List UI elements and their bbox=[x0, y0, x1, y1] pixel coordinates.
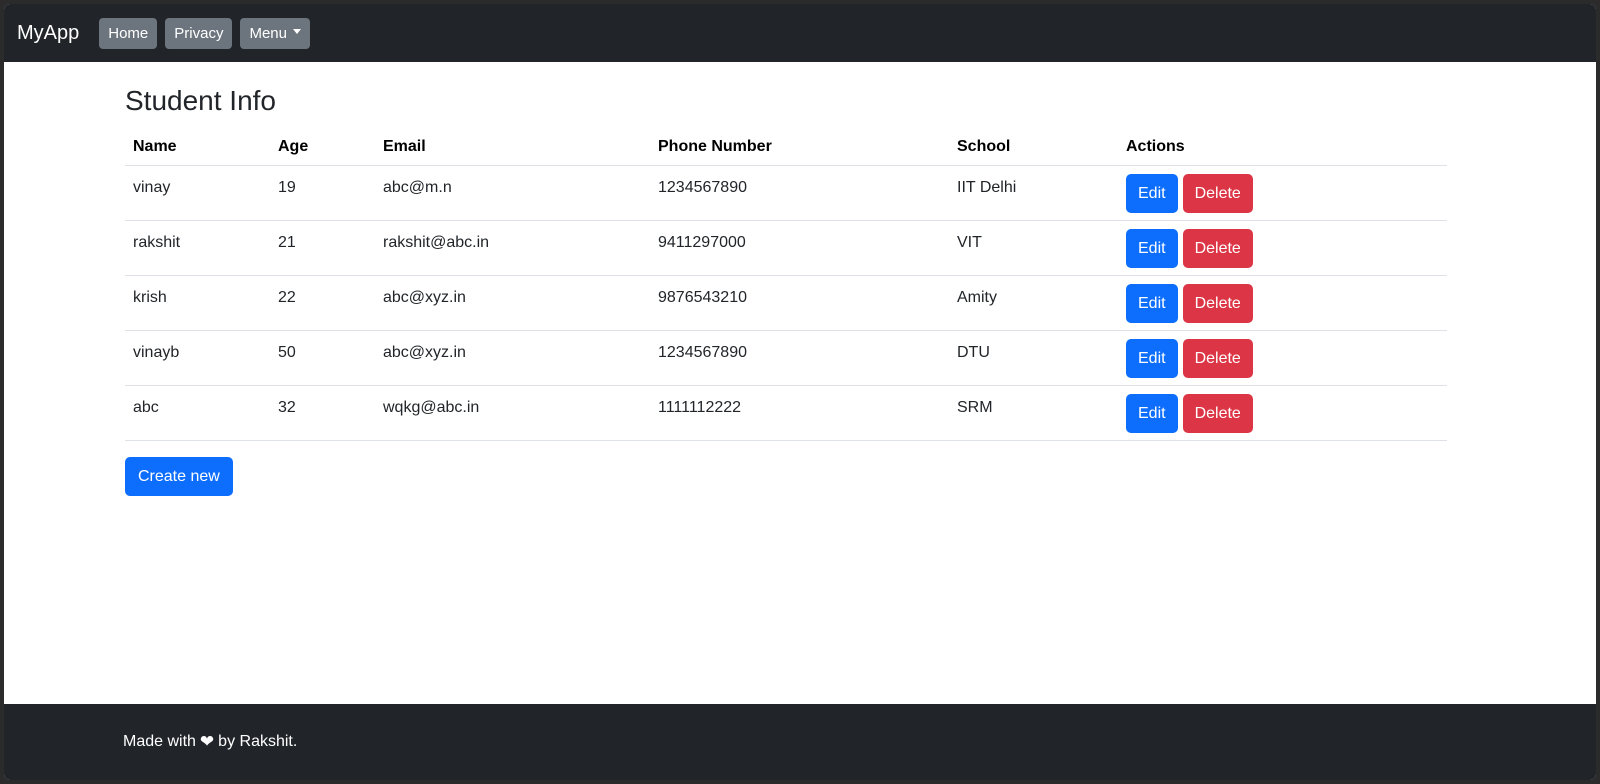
edit-button[interactable]: Edit bbox=[1126, 174, 1178, 213]
cell-email: abc@m.n bbox=[375, 165, 650, 221]
cell-email: abc@xyz.in bbox=[375, 275, 650, 331]
cell-email: rakshit@abc.in bbox=[375, 220, 650, 276]
cell-school: DTU bbox=[949, 330, 1118, 386]
cell-name: abc bbox=[125, 385, 270, 441]
nav-home-button[interactable]: Home bbox=[99, 17, 158, 49]
cell-age-text: 19 bbox=[278, 179, 296, 196]
column-header-name: Name bbox=[125, 128, 270, 166]
cell-name-text: krish bbox=[133, 289, 167, 306]
delete-button[interactable]: Delete bbox=[1182, 394, 1253, 433]
nav-privacy-button[interactable]: Privacy bbox=[165, 17, 233, 49]
column-header-actions: Actions bbox=[1118, 128, 1447, 166]
table-row: rakshit 21 rakshit@abc.in 9411297000 VIT… bbox=[125, 220, 1447, 276]
cell-age: 19 bbox=[270, 165, 375, 221]
cell-age-text: 22 bbox=[278, 289, 296, 306]
main-content: Student Info Name Age Email Phone Number… bbox=[125, 62, 1447, 496]
cell-school: SRM bbox=[949, 385, 1118, 441]
delete-button[interactable]: Delete bbox=[1182, 339, 1253, 378]
footer-prefix-text: Made with bbox=[123, 733, 196, 750]
edit-button[interactable]: Edit bbox=[1126, 339, 1178, 378]
column-header-email: Email bbox=[375, 128, 650, 166]
cell-age: 21 bbox=[270, 220, 375, 276]
cell-email: wqkg@abc.in bbox=[375, 385, 650, 441]
edit-button[interactable]: Edit bbox=[1126, 394, 1178, 433]
table-row: vinayb 50 abc@xyz.in 1234567890 DTU Edit… bbox=[125, 330, 1447, 386]
cell-name: krish bbox=[125, 275, 270, 331]
page-title: Student Info bbox=[125, 85, 277, 116]
cell-actions: Edit Delete bbox=[1118, 385, 1447, 441]
cell-name-text: abc bbox=[133, 399, 159, 416]
cell-age: 32 bbox=[270, 385, 375, 441]
cell-name: vinay bbox=[125, 165, 270, 221]
cell-actions: Edit Delete bbox=[1118, 165, 1447, 221]
cell-name-text: vinay bbox=[133, 179, 171, 196]
cell-phone: 1234567890 bbox=[650, 165, 949, 221]
cell-phone-text: 9411297000 bbox=[658, 234, 746, 251]
cell-name-text: rakshit bbox=[133, 234, 181, 251]
cell-actions: Edit Delete bbox=[1118, 275, 1447, 331]
cell-phone-text: 1111112222 bbox=[658, 399, 742, 416]
edit-button[interactable]: Edit bbox=[1126, 229, 1178, 268]
delete-button[interactable]: Delete bbox=[1182, 174, 1253, 213]
browser-viewport: MyApp Home Privacy Menu Student Info Nam… bbox=[4, 4, 1596, 780]
delete-button[interactable]: Delete bbox=[1182, 284, 1253, 323]
cell-age-text: 50 bbox=[278, 344, 296, 361]
cell-email-text: wqkg@abc.in bbox=[383, 399, 480, 416]
cell-email: abc@xyz.in bbox=[375, 330, 650, 386]
nav-menu-dropdown[interactable]: Menu bbox=[240, 17, 310, 49]
cell-phone: 9876543210 bbox=[650, 275, 949, 331]
nav-menu-label: Menu bbox=[249, 24, 287, 42]
cell-phone-text: 9876543210 bbox=[658, 289, 747, 306]
cell-email-text: abc@xyz.in bbox=[383, 344, 466, 361]
cell-age: 50 bbox=[270, 330, 375, 386]
student-table: Name Age Email Phone Number School Actio… bbox=[125, 128, 1447, 441]
cell-age-text: 32 bbox=[278, 399, 296, 416]
table-row: vinay 19 abc@m.n 1234567890 IIT Delhi Ed… bbox=[125, 165, 1447, 221]
cell-school-text: SRM bbox=[957, 399, 993, 416]
cell-phone: 1111112222 bbox=[650, 385, 949, 441]
cell-school: IIT Delhi bbox=[949, 165, 1118, 221]
cell-age: 22 bbox=[270, 275, 375, 331]
cell-school-text: DTU bbox=[957, 344, 990, 361]
table-row: abc 32 wqkg@abc.in 1111112222 SRM Edit De… bbox=[125, 385, 1447, 441]
cell-phone-text: 1234567890 bbox=[658, 344, 747, 361]
cell-school-text: IIT Delhi bbox=[957, 179, 1017, 196]
cell-phone-text: 1234567890 bbox=[658, 179, 747, 196]
caret-down-icon bbox=[292, 29, 301, 35]
cell-email-text: rakshit@abc.in bbox=[383, 234, 490, 251]
cell-actions: Edit Delete bbox=[1118, 220, 1447, 276]
table-header-row: Name Age Email Phone Number School Actio… bbox=[125, 128, 1447, 166]
cell-name: vinayb bbox=[125, 330, 270, 386]
cell-school: VIT bbox=[949, 220, 1118, 276]
delete-button[interactable]: Delete bbox=[1182, 229, 1253, 268]
brand-logo[interactable]: MyApp bbox=[17, 22, 79, 45]
footer-suffix-text: by Rakshit. bbox=[218, 733, 298, 750]
cell-email-text: abc@xyz.in bbox=[383, 289, 466, 306]
table-row: krish 22 abc@xyz.in 9876543210 Amity Edi… bbox=[125, 275, 1447, 331]
cell-actions: Edit Delete bbox=[1118, 330, 1447, 386]
heart-icon: ❤ bbox=[199, 732, 215, 751]
cell-school-text: Amity bbox=[957, 289, 997, 306]
cell-name-text: vinayb bbox=[133, 344, 180, 361]
column-header-phone: Phone Number bbox=[650, 128, 949, 166]
cell-name: rakshit bbox=[125, 220, 270, 276]
top-navbar: MyApp Home Privacy Menu bbox=[4, 4, 1596, 62]
cell-phone: 9411297000 bbox=[650, 220, 949, 276]
column-header-age: Age bbox=[270, 128, 375, 166]
cell-age-text: 21 bbox=[278, 234, 296, 251]
column-header-school: School bbox=[949, 128, 1118, 166]
cell-school: Amity bbox=[949, 275, 1118, 331]
cell-email-text: abc@m.n bbox=[383, 179, 452, 196]
page-footer: Made with ❤ by Rakshit. bbox=[4, 704, 1596, 780]
edit-button[interactable]: Edit bbox=[1126, 284, 1178, 323]
create-new-button[interactable]: Create new bbox=[125, 457, 233, 496]
cell-school-text: VIT bbox=[957, 234, 982, 251]
cell-phone: 1234567890 bbox=[650, 330, 949, 386]
